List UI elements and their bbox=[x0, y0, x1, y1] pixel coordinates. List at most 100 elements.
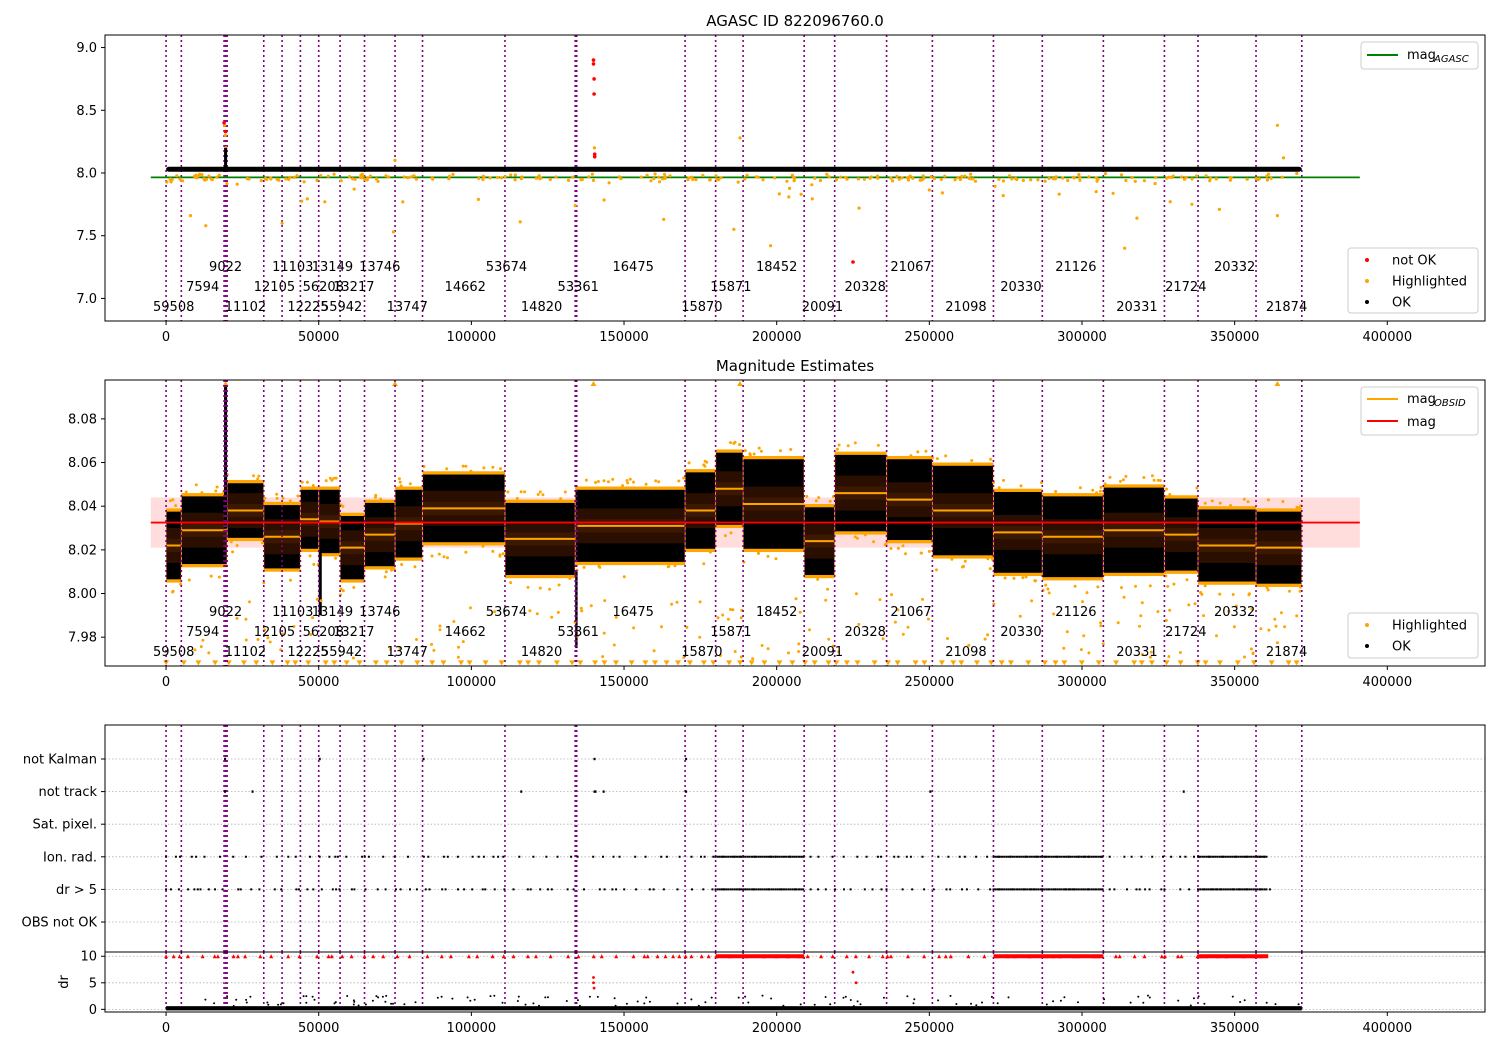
panel2-highlighted-point bbox=[199, 645, 203, 649]
panel2-clipped-marker bbox=[726, 660, 733, 666]
panel2-highlighted-point bbox=[374, 493, 378, 497]
panel2-clipped-marker bbox=[642, 660, 649, 666]
panel2-obs-label: 20091 bbox=[802, 645, 843, 660]
panel2-clipped-marker bbox=[1216, 660, 1223, 666]
panel1-highlighted-point bbox=[1001, 194, 1005, 198]
panel2-highlighted-point bbox=[733, 650, 737, 653]
panel1-highlighted-point bbox=[911, 176, 915, 180]
panel1-highlighted-point bbox=[1135, 216, 1139, 220]
panel3b-axes bbox=[104, 951, 1486, 1013]
panel1-highlighted-point bbox=[657, 175, 661, 179]
panel2-highlighted-point bbox=[853, 441, 857, 445]
panel2-highlighted-point bbox=[442, 555, 446, 559]
panel2-highlighted-point bbox=[1187, 603, 1191, 607]
dr-point bbox=[249, 995, 252, 998]
panel2-highlighted-point bbox=[415, 638, 418, 641]
panel2-highlighted-point bbox=[541, 493, 545, 497]
panel2-clipped-marker bbox=[536, 660, 542, 666]
panel2-highlighted-point bbox=[499, 467, 502, 471]
panel1-highlighted-point bbox=[366, 176, 370, 180]
panel2-highlighted-point bbox=[1099, 624, 1103, 628]
panel1-highlighted-point bbox=[590, 172, 595, 176]
panel1-obs-label: 15871 bbox=[710, 280, 751, 295]
panel2-highlighted-point bbox=[1062, 646, 1066, 650]
panel2-obs-label: 16475 bbox=[613, 605, 654, 620]
panel1-highlighted-point bbox=[168, 177, 172, 181]
panel2-clipped-marker bbox=[748, 660, 755, 666]
panel2-highlighted-point bbox=[726, 617, 730, 621]
panel2-highlighted-point bbox=[794, 597, 798, 601]
panel2-clipped-marker bbox=[284, 660, 291, 666]
dr-point bbox=[913, 998, 916, 1001]
legend-mag-obsid-subscript: OBSID bbox=[1434, 398, 1466, 409]
panel1-xtick-label: 100000 bbox=[447, 330, 497, 345]
panel1-highlighted-point bbox=[225, 182, 229, 186]
dr-point bbox=[636, 1000, 639, 1003]
panel2-highlighted-point bbox=[214, 489, 218, 493]
panel2-highlighted-point bbox=[824, 598, 828, 602]
dr-point bbox=[385, 994, 388, 997]
panel2-highlighted-point bbox=[171, 498, 175, 502]
panel1-highlighted-point bbox=[414, 177, 418, 181]
legend-point-label: OK bbox=[1392, 640, 1411, 655]
panel2-highlighted-point bbox=[464, 464, 468, 468]
panel1-highlighted-point bbox=[668, 174, 672, 178]
panel1-obs-label: 12105 bbox=[254, 280, 295, 295]
panel1-obs-label: 21874 bbox=[1266, 300, 1307, 315]
panel2-highlighted-point bbox=[1165, 487, 1169, 491]
dr-point bbox=[267, 1003, 270, 1006]
dr-point bbox=[576, 999, 579, 1002]
panel3b-xtick-label: 0 bbox=[162, 1021, 170, 1036]
dr-point bbox=[352, 1003, 355, 1006]
dr-point bbox=[313, 998, 316, 1001]
panel2-highlighted-point bbox=[523, 490, 527, 494]
panel1-not-ok-point bbox=[223, 129, 228, 134]
flag-row-label: Sat. pixel. bbox=[33, 818, 97, 833]
panel2-highlighted-point bbox=[398, 480, 402, 484]
dr-point bbox=[990, 995, 993, 998]
panel1-highlighted-point bbox=[943, 174, 947, 178]
panel2-highlighted-point bbox=[872, 540, 876, 544]
panel1-highlighted-point bbox=[845, 177, 849, 181]
panel1-highlighted-point bbox=[1001, 179, 1006, 183]
dr-point bbox=[547, 996, 549, 999]
panel2-highlighted-point bbox=[452, 620, 456, 623]
dr-point bbox=[761, 994, 764, 997]
panel2-highlighted-point bbox=[1012, 576, 1016, 580]
panel1-highlighted-point bbox=[732, 227, 736, 231]
panel2-highlighted-point bbox=[1164, 618, 1168, 622]
dr-point bbox=[648, 1000, 651, 1003]
flag-row-label: OBS not OK bbox=[22, 916, 98, 931]
flag-row-points bbox=[685, 757, 688, 761]
dr-point bbox=[813, 1003, 816, 1006]
panel2-clipped-marker bbox=[950, 660, 957, 666]
panel2-highlighted-point bbox=[1249, 647, 1253, 651]
panel1-ytick-label: 9.0 bbox=[76, 41, 97, 56]
panel1-highlighted-point bbox=[315, 178, 319, 182]
panel1-obs-label: 13746 bbox=[359, 260, 400, 275]
panel2-highlighted-point bbox=[296, 494, 300, 498]
panel1-highlighted-point bbox=[714, 174, 718, 178]
panel2-highlighted-point bbox=[612, 643, 616, 647]
panel1-highlighted-point bbox=[810, 197, 814, 201]
dr-point bbox=[645, 996, 648, 999]
panel2-highlighted-point bbox=[596, 480, 600, 483]
panel1-highlighted-point bbox=[223, 133, 227, 137]
dr-point bbox=[466, 996, 469, 999]
panel2-clipped-marker bbox=[372, 660, 379, 666]
panel2-highlighted-point bbox=[1168, 608, 1172, 612]
dr-point bbox=[710, 996, 713, 999]
panel2-clipped-marker bbox=[912, 660, 919, 666]
panel1-highlighted-point bbox=[1047, 176, 1051, 180]
panel2-clipped-marker bbox=[1061, 660, 1068, 666]
panel1-highlighted-point bbox=[1061, 176, 1065, 180]
panel1-highlighted-point bbox=[1066, 178, 1070, 183]
panel1-highlighted-point bbox=[663, 176, 667, 180]
panel2-highlighted-point bbox=[498, 554, 502, 558]
panel2-highlighted-point bbox=[491, 465, 495, 469]
panel2-highlighted-point bbox=[1044, 583, 1048, 587]
panel1-highlighted-point bbox=[1130, 175, 1134, 180]
dr-point bbox=[282, 1002, 285, 1005]
panel1-highlighted-point bbox=[1111, 191, 1115, 195]
panel2-obs-label: 7594 bbox=[186, 625, 219, 640]
